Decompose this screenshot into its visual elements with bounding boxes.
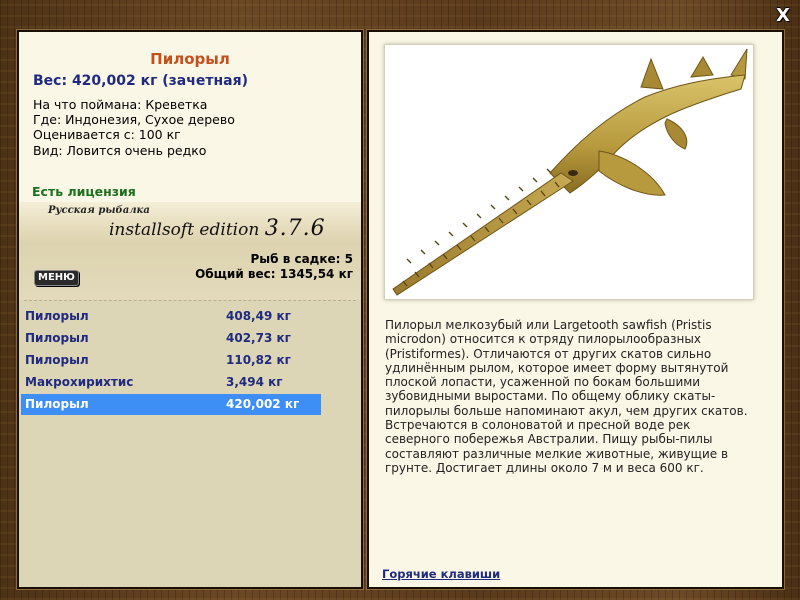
list-item-name: Пилорыл [25,397,89,411]
list-item-name: Макрохирихтис [25,375,134,389]
fish-description-panel: Пилорыл мелкозубый или Largetooth sawfis… [367,30,784,589]
location-info: Где: Индонезия, Сухое дерево [33,112,235,127]
fish-weight: Вес: 420,002 кг (зачетная) [33,73,248,89]
keepnet-total-weight: Общий вес: 1345,54 кг [195,267,353,281]
list-item-name: Пилорыл [25,353,89,367]
list-item-weight: 402,73 кг [226,331,291,345]
list-divider [24,300,356,301]
list-item[interactable]: Пилорыл 110,82 кг [21,350,321,371]
keepnet-count: Рыб в садке: 5 [250,252,354,266]
fish-description: Пилорыл мелкозубый или Largetooth sawfis… [385,318,748,475]
fish-image [384,44,754,300]
list-item[interactable]: Макрохирихтис 3,494 кг [21,372,321,393]
game-logo-text: Русская рыбалка [48,205,150,216]
list-item-weight: 420,002 кг [226,397,300,411]
list-item[interactable]: Пилорыл 408,49 кг [21,306,321,327]
edition-version: 3.7.6 [264,216,326,241]
list-item[interactable]: Пилорыл 402,73 кг [21,328,321,349]
license-status: Есть лицензия [32,184,136,199]
list-item-weight: 3,494 кг [226,375,283,389]
bait-info: На что поймана: Креветка [33,97,208,112]
sawfish-illustration [392,48,748,296]
valuation-info: Оценивается с: 100 кг [33,127,181,142]
list-item-name: Пилорыл [25,331,89,345]
fish-title: Пилорыл [150,50,230,68]
edition-label: installsoft edition 3.7.6 [109,216,326,241]
list-item-name: Пилорыл [25,309,89,323]
catch-list: Пилорыл 408,49 кг Пилорыл 402,73 кг Пило… [19,300,361,587]
edition-name: installsoft edition [109,220,260,240]
menu-button[interactable]: МЕНЮ [34,270,79,286]
keepnet-stats: Рыб в садке: 5 Общий вес: 1345,54 кг МЕН… [19,242,361,300]
rarity-info: Вид: Ловится очень редко [33,143,207,158]
close-button[interactable]: X [773,6,793,26]
edition-banner: Русская рыбалка installsoft edition 3.7.… [19,202,361,242]
list-item-weight: 408,49 кг [226,309,291,323]
catch-info-panel: Пилорыл Вес: 420,002 кг (зачетная) На чт… [17,30,363,589]
list-item-selected[interactable]: Пилорыл 420,002 кг [21,394,321,415]
hotkeys-link[interactable]: Горячие клавиши [382,567,500,581]
list-item-weight: 110,82 кг [226,353,291,367]
